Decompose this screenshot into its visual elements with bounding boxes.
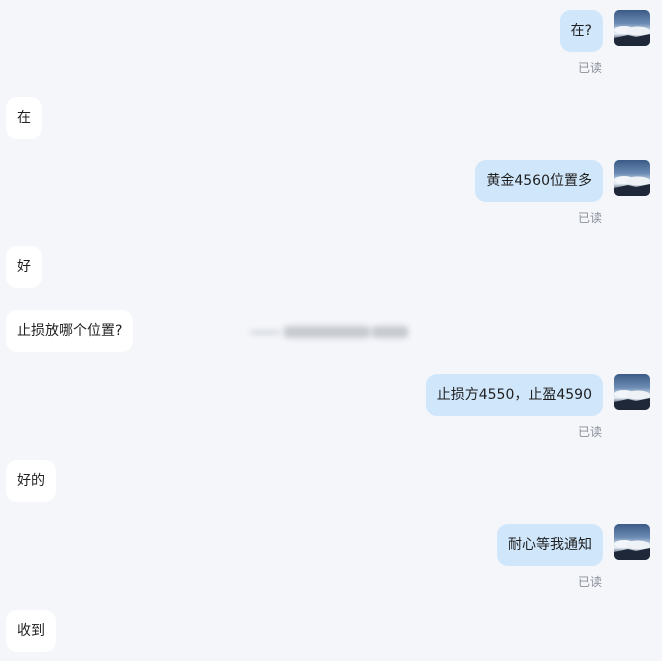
read-status: 已读 — [577, 61, 602, 75]
avatar-icon[interactable] — [614, 10, 650, 46]
chat-message-list[interactable]: 在? 已读 在 黄金4560位置多 已读 好 止损放哪个位置? 止损方4550，… — [0, 0, 662, 661]
read-status: 已读 — [577, 575, 602, 589]
redacted-text — [250, 322, 410, 342]
incoming-message-bubble[interactable]: 好 — [6, 246, 42, 288]
avatar-icon[interactable] — [614, 374, 650, 410]
incoming-message-bubble[interactable]: 在 — [6, 97, 42, 139]
outgoing-message-bubble[interactable]: 止损方4550，止盈4590 — [425, 374, 603, 416]
read-status: 已读 — [577, 425, 602, 439]
outgoing-message-bubble[interactable]: 黄金4560位置多 — [475, 160, 603, 202]
avatar-icon[interactable] — [614, 524, 650, 560]
avatar-icon[interactable] — [614, 160, 650, 196]
incoming-message-bubble[interactable]: 收到 — [6, 610, 56, 652]
outgoing-message-bubble[interactable]: 在? — [559, 10, 603, 52]
incoming-message-bubble[interactable]: 好的 — [6, 460, 56, 502]
incoming-message-bubble[interactable]: 止损放哪个位置? — [6, 310, 134, 352]
read-status: 已读 — [577, 211, 602, 225]
outgoing-message-bubble[interactable]: 耐心等我通知 — [497, 524, 603, 566]
